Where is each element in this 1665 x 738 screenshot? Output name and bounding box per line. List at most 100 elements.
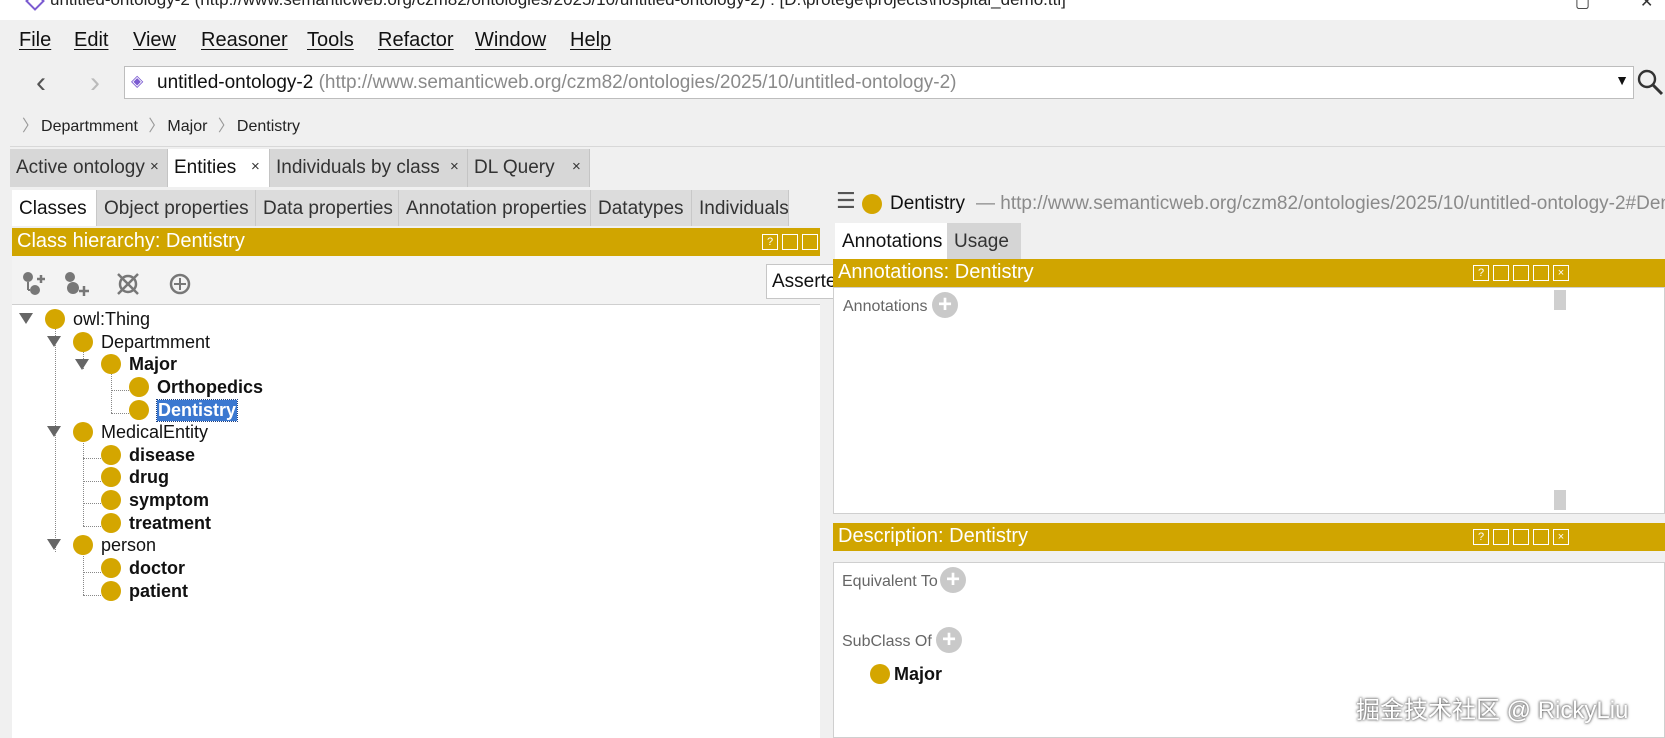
tree-connector (83, 481, 103, 482)
tree-connector (83, 595, 103, 596)
tab-active-ontology[interactable]: Active ontology × (10, 149, 168, 187)
help-icon[interactable]: ? (1473, 265, 1489, 281)
breadcrumb-item-departmment[interactable]: Departmment (41, 118, 138, 135)
breadcrumb-item-dentistry[interactable]: Dentistry (237, 118, 300, 135)
tab-label: Active ontology (16, 157, 145, 178)
search-icon[interactable] (1636, 68, 1664, 96)
menu-tools[interactable]: Tools (307, 29, 354, 52)
ontology-selector[interactable]: ◈ untitled-ontology-2 (http://www.semant… (124, 66, 1634, 99)
help-icon[interactable]: ? (1473, 529, 1489, 545)
breadcrumb-item-major[interactable]: Major (167, 118, 207, 135)
ontology-icon: ◈ (131, 73, 144, 90)
add-sibling-class-icon[interactable] (62, 270, 90, 298)
scrollbar-thumb[interactable] (1554, 290, 1566, 310)
maximize-panel-icon[interactable] (1533, 529, 1549, 545)
delete-class-icon[interactable] (114, 270, 142, 298)
split-horizontal-icon[interactable] (1513, 265, 1529, 281)
window-titlebar: untitled-ontology-2 (http://www.semantic… (0, 0, 1665, 20)
close-tab-icon[interactable]: × (572, 158, 581, 175)
menu-file[interactable]: File (19, 29, 51, 52)
class-hierarchy-header: Class hierarchy: Dentistry ? × (12, 228, 820, 256)
expand-toggle-icon[interactable] (19, 313, 33, 324)
class-icon (101, 354, 121, 374)
window-title: untitled-ontology-2 (http://www.semantic… (50, 0, 1066, 10)
close-tab-icon[interactable]: × (450, 158, 459, 175)
class-icon (101, 467, 121, 487)
split-vertical-icon[interactable] (1493, 529, 1509, 545)
tree-node-label: patient (129, 581, 189, 601)
tab-data-properties[interactable]: Data properties (256, 190, 399, 226)
tab-datatypes[interactable]: Datatypes (591, 190, 692, 226)
annotations-header: Annotations: Dentistry ? × (833, 259, 1665, 287)
tree-node-label: symptom (129, 490, 210, 510)
entity-header: ☰ Dentistry — http://www.semanticweb.org… (836, 188, 1665, 222)
tab-classes[interactable]: Classes (12, 190, 97, 226)
equivalent-to-label: Equivalent To (842, 573, 938, 590)
split-horizontal-icon[interactable] (802, 234, 818, 250)
add-superclass-button[interactable]: + (936, 627, 962, 653)
entity-iri: — http://www.semanticweb.org/czm82/ontol… (976, 193, 1665, 214)
back-arrow-icon[interactable]: ‹ (36, 66, 46, 100)
chevron-down-icon[interactable]: ▼ (1615, 72, 1629, 88)
find-class-icon[interactable] (166, 270, 194, 298)
expand-toggle-icon[interactable] (47, 426, 61, 437)
tab-annotations[interactable]: Annotations (835, 223, 947, 259)
class-icon (73, 422, 93, 442)
tree-node-label: doctor (129, 558, 185, 578)
menu-help[interactable]: Help (570, 29, 611, 52)
tab-entities[interactable]: Entities × (168, 149, 270, 187)
tab-individuals-by-class[interactable]: Individuals by class × (270, 149, 468, 187)
annotations-section-label: Annotations (843, 298, 928, 315)
menu-view[interactable]: View (133, 29, 176, 52)
maximize-panel-icon[interactable] (1533, 265, 1549, 281)
class-icon (73, 332, 93, 352)
class-icon (101, 513, 121, 533)
tab-object-properties[interactable]: Object properties (97, 190, 256, 226)
entity-name: Dentistry (890, 193, 965, 214)
expand-toggle-icon[interactable] (47, 539, 61, 550)
class-icon (870, 664, 890, 684)
tab-annotation-properties[interactable]: Annotation properties (399, 190, 591, 226)
close-window-icon[interactable]: ✕ (1640, 0, 1653, 12)
scrollbar-thumb[interactable] (1554, 490, 1566, 510)
menu-edit[interactable]: Edit (74, 29, 108, 52)
expand-toggle-icon[interactable] (75, 359, 89, 370)
tree-connector (83, 503, 103, 504)
tree-node-label: drug (129, 467, 169, 487)
menu-icon[interactable]: ☰ (836, 188, 856, 214)
tree-node-label: owl:Thing (73, 309, 151, 329)
add-subclass-icon[interactable] (20, 270, 48, 298)
tab-dl-query[interactable]: DL Query × (468, 149, 590, 187)
tab-individuals[interactable]: Individuals (692, 190, 789, 226)
help-icon[interactable]: ? (762, 234, 778, 250)
split-vertical-icon[interactable] (1493, 265, 1509, 281)
protege-app-icon (25, 0, 45, 11)
class-tree: owl:Thing Departmment Major Orthopedics … (12, 304, 820, 738)
menu-refactor[interactable]: Refactor (378, 29, 454, 52)
class-hierarchy-title: Class hierarchy: Dentistry (17, 230, 245, 252)
expand-toggle-icon[interactable] (47, 336, 61, 347)
class-icon (129, 400, 149, 420)
class-icon (862, 194, 882, 214)
menu-bar: File Edit View Reasoner Tools Refactor W… (0, 20, 1665, 62)
add-equivalent-button[interactable]: + (940, 567, 966, 593)
menu-window[interactable]: Window (475, 29, 546, 52)
class-icon (101, 490, 121, 510)
close-tab-icon[interactable]: × (251, 158, 260, 175)
add-annotation-button[interactable]: + (932, 292, 958, 318)
close-tab-icon[interactable]: × (150, 158, 159, 175)
close-panel-icon[interactable]: × (1553, 265, 1569, 281)
tree-connector (83, 526, 103, 527)
split-vertical-icon[interactable] (782, 234, 798, 250)
maximize-icon[interactable]: ▢ (1575, 0, 1590, 12)
class-icon (101, 581, 121, 601)
close-panel-icon[interactable]: × (1553, 529, 1569, 545)
divider (10, 146, 1665, 147)
annotations-frame: Annotations + (833, 287, 1665, 514)
tab-usage[interactable]: Usage (947, 223, 1021, 259)
class-icon (101, 445, 121, 465)
forward-arrow-icon[interactable]: › (90, 66, 100, 100)
ontology-name: untitled-ontology-2 (157, 72, 314, 93)
menu-reasoner[interactable]: Reasoner (201, 29, 288, 52)
split-horizontal-icon[interactable] (1513, 529, 1529, 545)
